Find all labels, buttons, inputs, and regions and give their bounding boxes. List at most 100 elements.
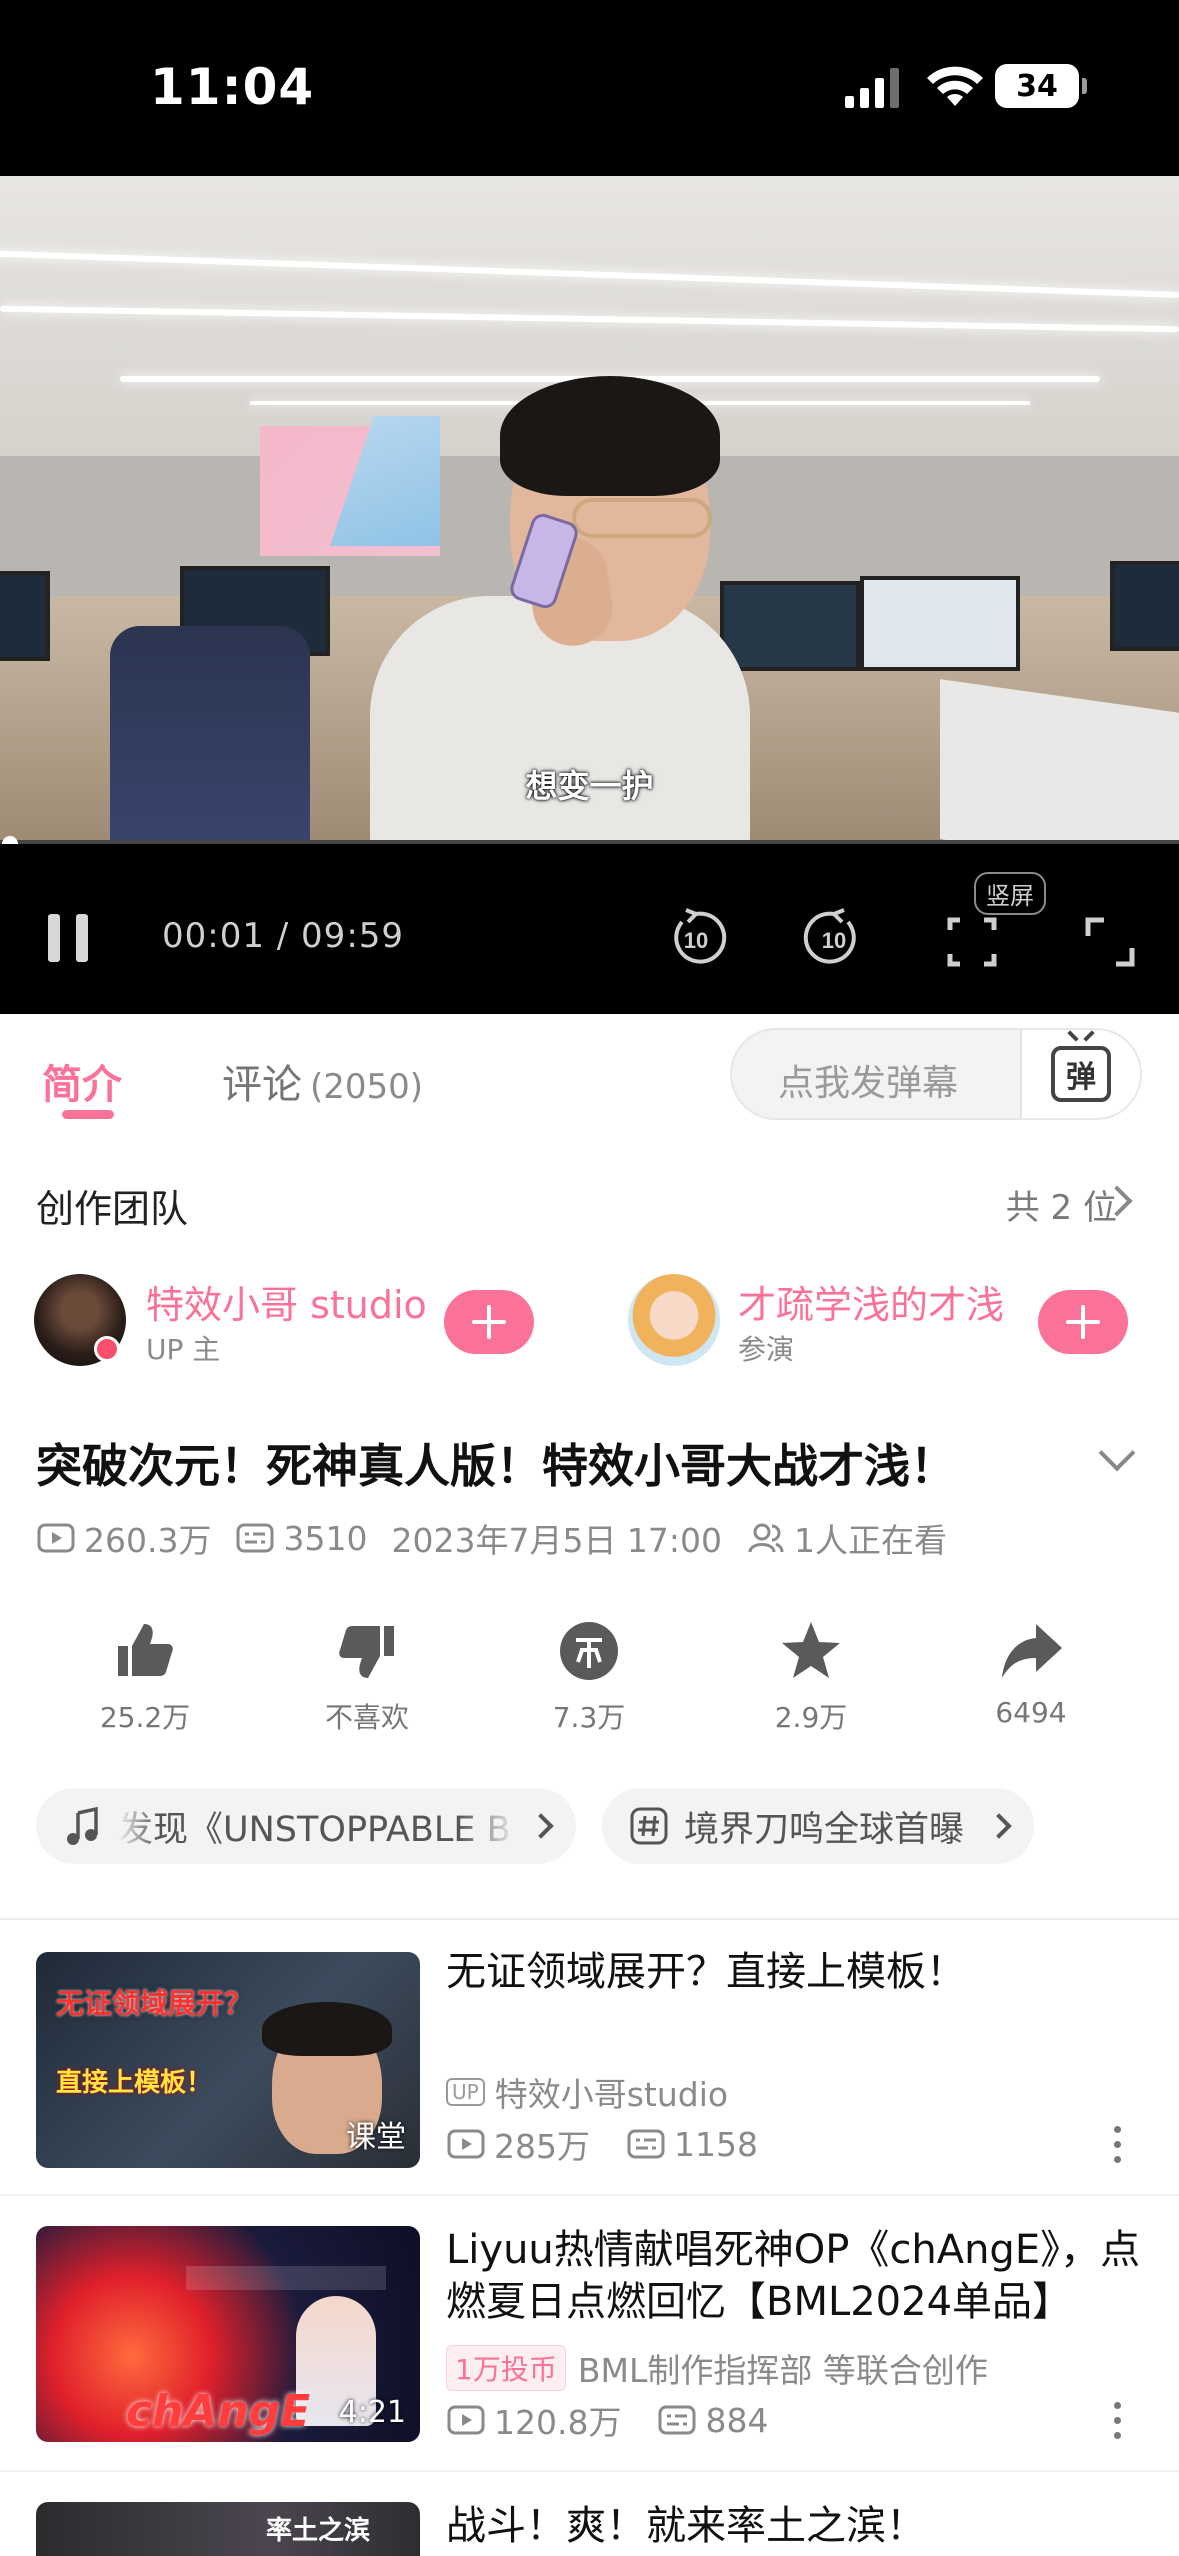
- rec-views: 120.8万: [494, 2403, 622, 2442]
- thumbs-down-icon: [339, 1626, 394, 1678]
- rec-danmaku: 884: [657, 2400, 768, 2440]
- video-frame-chair: [110, 626, 310, 844]
- play-count-icon: [37, 1523, 75, 1553]
- up-badge-icon: UP: [446, 2078, 485, 2106]
- coin-button[interactable]: 7.3万: [514, 1618, 664, 1736]
- music-tag[interactable]: 发现《UNSTOPPABLE B: [36, 1788, 576, 1864]
- rewind-10-label: 10: [684, 928, 708, 953]
- thumb-caption: 率土之滨: [266, 2516, 371, 2546]
- rec-danmaku-count: 884: [705, 2400, 769, 2440]
- like-count: 25.2万: [99, 1701, 191, 1734]
- player-controls: 00:01 / 09:59 10 10 竖屏: [0, 844, 1179, 1014]
- team-total-link[interactable]: 共 2 位: [1006, 1180, 1117, 1229]
- viewers-icon: [748, 1523, 784, 1553]
- pause-icon[interactable]: [48, 914, 88, 962]
- more-options-icon[interactable]: [1112, 2126, 1124, 2166]
- rec-danmaku: 1158: [626, 2124, 758, 2164]
- topic-tag[interactable]: 境界刀鸣全球首曝: [602, 1788, 1034, 1864]
- music-note-icon: [67, 1806, 98, 1845]
- list-separator: [0, 2194, 1179, 2196]
- rec-author-line: 1万投币 BML制作指挥部 等联合创作: [446, 2344, 988, 2392]
- chevron-right-icon: [528, 1813, 554, 1839]
- like-button[interactable]: 25.2万: [70, 1618, 220, 1736]
- danmaku-count-icon: [658, 2405, 696, 2435]
- cellular-signal-icon: [845, 68, 899, 108]
- rec-danmaku-count: 1158: [674, 2124, 758, 2164]
- verified-badge-icon: [94, 1336, 120, 1362]
- share-count: 6494: [995, 1696, 1067, 1729]
- view-count: 260.3万: [84, 1521, 212, 1560]
- avatar[interactable]: [628, 1274, 720, 1366]
- dislike-label: 不喜欢: [324, 1701, 409, 1734]
- rewind-10-icon[interactable]: 10: [664, 906, 728, 970]
- star-icon: [782, 1622, 840, 1678]
- danmaku-tv-icon: 弹: [1051, 1046, 1111, 1102]
- video-frame-person-hair: [500, 376, 720, 496]
- share-icon: [1002, 1624, 1062, 1678]
- team-title: 创作团队: [36, 1187, 189, 1231]
- rec-title[interactable]: 战斗！爽！就来率土之滨！: [446, 2500, 1146, 2552]
- coin-count: 7.3万: [552, 1701, 626, 1734]
- video-frame-monitor: [0, 571, 50, 661]
- member-name[interactable]: 特效小哥 studio: [146, 1274, 427, 1329]
- follow-button[interactable]: [444, 1290, 534, 1354]
- tab-comments[interactable]: 评论 (2050): [222, 1052, 423, 1110]
- music-tag-label: 发现《UNSTOPPABLE B: [118, 1809, 511, 1850]
- danmaku-count-icon: [236, 1523, 274, 1553]
- tab-intro[interactable]: 简介: [42, 1052, 122, 1110]
- fullscreen-icon[interactable]: [1082, 914, 1138, 970]
- rec-title[interactable]: Liyuu热情献唱死神OP《chAngE》，点燃夏日点燃回忆【BML2024单品…: [446, 2224, 1146, 2328]
- tab-intro-indicator: [62, 1110, 114, 1119]
- rec-stats-line: 120.8万 884: [446, 2396, 768, 2444]
- member-role: 参演: [738, 1333, 795, 1366]
- dislike-button[interactable]: 不喜欢: [292, 1618, 442, 1736]
- battery-indicator: 34: [995, 64, 1087, 108]
- coin-icon: [560, 1622, 618, 1680]
- thumb-caption: 无证领域展开？: [56, 1987, 253, 2020]
- share-button[interactable]: 6494: [956, 1618, 1106, 1729]
- danmaku-count: 3510: [283, 1518, 368, 1558]
- vertical-screen-icon[interactable]: [944, 914, 1000, 970]
- wifi-icon: [927, 66, 983, 106]
- favorite-button[interactable]: 2.9万: [736, 1618, 886, 1736]
- rec-author[interactable]: BML制作指挥部 等联合创作: [578, 2344, 988, 2392]
- watching-count: 1人正在看: [794, 1521, 948, 1560]
- tab-comments-label: 评论: [222, 1062, 302, 1108]
- thumb-duration: 4:21: [338, 2395, 406, 2430]
- watching-meta: 1人正在看: [746, 1514, 947, 1562]
- comment-count: (2050): [310, 1067, 424, 1107]
- rec-thumbnail[interactable]: 率土之滨: [36, 2502, 420, 2556]
- forward-10-icon[interactable]: 10: [802, 906, 866, 970]
- video-frame-monitor: [860, 576, 1020, 671]
- team-total-label: 共 2 位: [1005, 1188, 1117, 1228]
- rec-thumbnail[interactable]: chAngE 4:21: [36, 2226, 420, 2442]
- danmaku-button-label: 弹: [1066, 1060, 1096, 1095]
- danmaku-toggle-button[interactable]: 弹: [1020, 1030, 1140, 1118]
- member-name[interactable]: 才疏学浅的才浅: [738, 1274, 1004, 1329]
- member-role: UP 主: [146, 1333, 221, 1366]
- views-meta: 260.3万: [36, 1514, 211, 1562]
- publish-date: 2023年7月5日 17:00: [391, 1521, 723, 1560]
- thumb-hair: [262, 2002, 392, 2056]
- thumb-caption: 直接上模板！: [56, 2068, 213, 2098]
- more-options-icon[interactable]: [1112, 2402, 1124, 2442]
- video-meta: 260.3万 3510 2023年7月5日 17:00 1人正在看: [36, 1514, 971, 1562]
- thumb-banner: [186, 2266, 386, 2290]
- rec-author[interactable]: 特效小哥studio: [495, 2068, 728, 2116]
- rec-title[interactable]: 无证领域展开？直接上模板！: [446, 1946, 1146, 1998]
- rec-thumbnail[interactable]: 无证领域展开？ 直接上模板！ 课堂: [36, 1952, 420, 2168]
- status-time: 11:04: [150, 58, 315, 116]
- vertical-mode-label: 竖屏: [974, 872, 1046, 915]
- section-divider: [0, 1918, 1179, 1920]
- chevron-right-icon: [986, 1813, 1012, 1839]
- danmaku-placeholder: 点我发弹幕: [778, 1063, 959, 1104]
- thumbs-up-icon: [118, 1624, 173, 1676]
- danmaku-input[interactable]: 点我发弹幕 弹: [730, 1028, 1142, 1120]
- video-title: 突破次元！死神真人版！特效小哥大战才浅！: [36, 1439, 956, 1493]
- list-separator: [0, 2470, 1179, 2472]
- follow-button[interactable]: [1038, 1290, 1128, 1354]
- rec-author-line: UP 特效小哥studio: [446, 2068, 728, 2116]
- video-player[interactable]: 想变一护: [0, 176, 1179, 844]
- thumb-caption: chAngE: [126, 2386, 311, 2437]
- coin-tag: 1万投币: [446, 2345, 566, 2391]
